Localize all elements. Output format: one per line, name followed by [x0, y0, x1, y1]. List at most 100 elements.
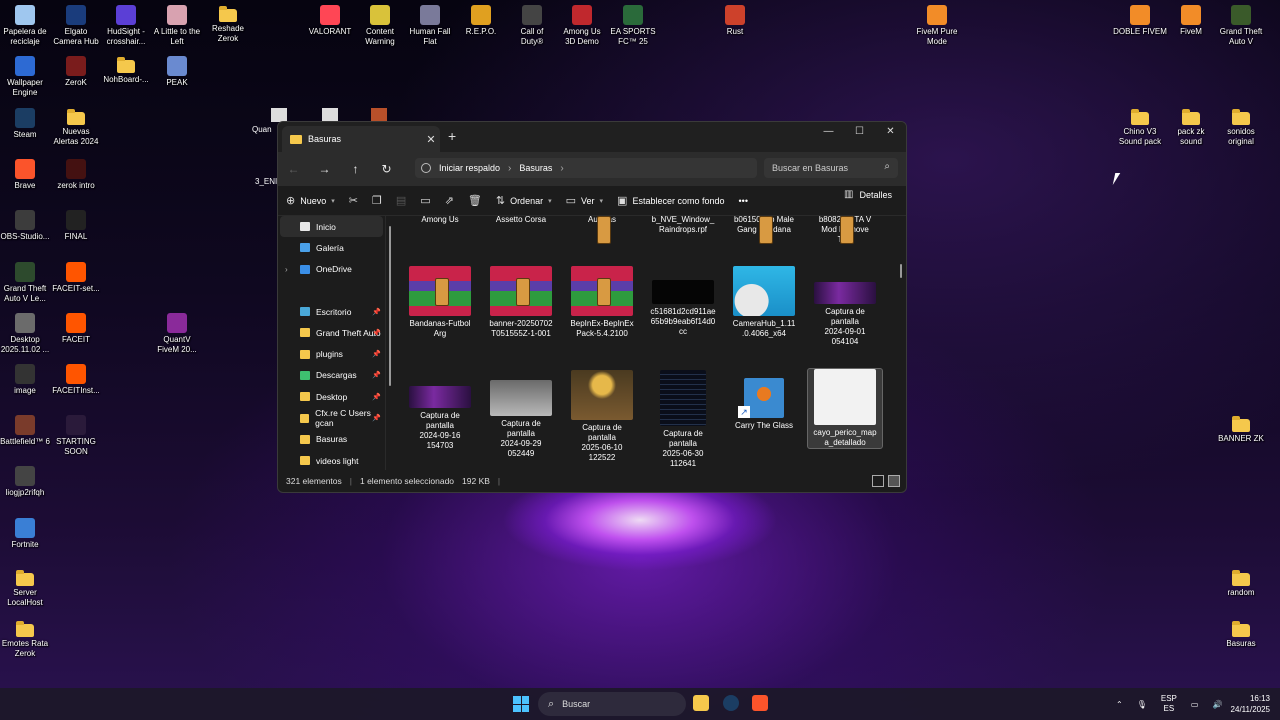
- desktop-icon-basuras[interactable]: Basuras: [1210, 620, 1272, 649]
- more-button[interactable]: •••: [739, 196, 748, 206]
- sidebar-item-basuras[interactable]: Basuras: [278, 429, 385, 450]
- file-item-camerahub-1-11-0-4066-x64[interactable]: CameraHub_1.11 .0.4066_x64: [726, 266, 802, 339]
- sidebar-item-plugins[interactable]: plugins 📌: [278, 343, 385, 364]
- view-button[interactable]: ▭ Ver ▾: [566, 194, 603, 207]
- breadcrumb-current[interactable]: Basuras: [519, 163, 552, 173]
- windows-start-icon[interactable]: [513, 696, 529, 712]
- desktop-icon-grand-theft-auto-v[interactable]: Grand Theft Auto V: [1210, 5, 1272, 47]
- desktop-icon-faceit[interactable]: FACEIT: [45, 313, 107, 345]
- clock[interactable]: 16:13 24/11/2025: [1231, 693, 1270, 715]
- desktop-icon-starting-soon[interactable]: STARTING SOON: [45, 415, 107, 457]
- paste-button[interactable]: ▤: [396, 194, 406, 207]
- desktop-icon-peak[interactable]: PEAK: [146, 56, 208, 88]
- navigation-scrollbar[interactable]: [389, 226, 391, 386]
- title-bar[interactable]: Basuras ✕ + — ☐ ✕: [278, 122, 906, 152]
- sidebar-item-cfx-re-c-users-gcan[interactable]: Cfx.re C Users gcan 📌: [278, 407, 385, 428]
- close-window-button[interactable]: ✕: [875, 122, 906, 144]
- file-item-captura-de-pantalla-2025-06-30-112641[interactable]: Captura de pantalla 2025-06-30 112641: [645, 370, 721, 469]
- desktop-icon-random[interactable]: random: [1210, 569, 1272, 598]
- file-item-among-us[interactable]: ↗Among Us: [402, 212, 478, 225]
- maximize-button[interactable]: ☐: [844, 122, 875, 144]
- brave-taskbar-icon[interactable]: [752, 695, 768, 711]
- cut-button[interactable]: ✂: [349, 194, 358, 207]
- sidebar-item-desktop[interactable]: Desktop 📌: [278, 386, 385, 407]
- volume-icon[interactable]: 🔊: [1212, 700, 1222, 709]
- steam-taskbar-icon[interactable]: [723, 695, 739, 711]
- details-view-icon[interactable]: [872, 475, 884, 487]
- desktop-icon-ea-sports-fc-25[interactable]: EA SPORTS FC™ 25: [602, 5, 664, 47]
- desktop-icon-fivem-pure-mode[interactable]: FiveM Pure Mode: [906, 5, 968, 47]
- file-item-captura-de-pantalla-2024-09-16-154703[interactable]: Captura de pantalla 2024-09-16 154703: [402, 370, 478, 451]
- search-input[interactable]: Buscar en Basuras ⌕: [764, 158, 898, 178]
- sidebar-item-grand-theft-auto[interactable]: Grand Theft Auto 📌: [278, 322, 385, 343]
- app-icon[interactable]: [371, 108, 387, 122]
- file-item-captura-de-pantalla-2024-09-29-052449[interactable]: Captura de pantalla 2024-09-29 052449: [483, 370, 559, 459]
- desktop-icon-server-localhost[interactable]: Server LocalHost: [0, 569, 56, 608]
- sidebar-item-escritorio[interactable]: Escritorio 📌: [278, 301, 385, 322]
- sidebar-item-galer-a[interactable]: Galería: [278, 237, 385, 258]
- tab-basuras[interactable]: Basuras ✕: [282, 126, 440, 152]
- chevron-up-icon[interactable]: ⌃: [1116, 700, 1123, 709]
- desktop-icon-liogjp2rifqh[interactable]: liogjp2rifqh: [0, 466, 56, 498]
- desktop-icon-label-partial[interactable]: Quan: [252, 125, 272, 134]
- sidebar-item-inicio[interactable]: Inicio: [280, 216, 383, 238]
- file-item-assetto-corsa[interactable]: ↗Assetto Corsa: [483, 212, 559, 225]
- microphone-icon[interactable]: 🎙: [1137, 700, 1147, 709]
- desktop-icon-label-partial[interactable]: 3_ENI: [255, 177, 277, 186]
- file-item-banner-20250702-t051555z-1-001[interactable]: banner-20250702 T051555Z-1-001: [483, 266, 559, 339]
- close-tab-icon[interactable]: ✕: [422, 133, 440, 146]
- delete-button[interactable]: 🗑: [468, 194, 482, 207]
- desktop-icon-zerok-intro[interactable]: zerok intro: [45, 159, 107, 191]
- chevron-right-icon[interactable]: ›: [285, 265, 288, 274]
- app-icon[interactable]: [271, 108, 287, 122]
- file-item-captura-de-pantalla-2024-09-01-054104[interactable]: Captura de pantalla 2024-09-01 054104: [807, 266, 883, 347]
- desktop-icon-faceitinst[interactable]: FACEITInst...: [45, 364, 107, 396]
- file-explorer-window[interactable]: Basuras ✕ + — ☐ ✕ ← → ↑ ↻ Iniciar respal…: [277, 121, 907, 493]
- taskbar-search[interactable]: ⌕ Buscar: [538, 692, 686, 716]
- desktop-icon-faceit-set[interactable]: FACEIT-set...: [45, 262, 107, 294]
- desktop-icon-reshade-zerok[interactable]: Reshade Zerok: [197, 5, 259, 44]
- details-button[interactable]: ▥ Detalles: [844, 189, 892, 200]
- desktop-icon-nuevas-alertas-2024[interactable]: Nuevas Alertas 2024: [45, 108, 107, 147]
- minimize-button[interactable]: —: [813, 122, 844, 144]
- breadcrumb-root[interactable]: Iniciar respaldo: [439, 163, 500, 173]
- large-icons-view-icon[interactable]: [888, 475, 900, 487]
- sort-button[interactable]: ⇅ Ordenar ▾: [496, 194, 552, 207]
- file-item-captura-de-pantalla-2025-06-10-122522[interactable]: Captura de pantalla 2025-06-10 122522: [564, 370, 640, 463]
- file-item-auroras[interactable]: Auroras: [564, 212, 640, 244]
- desktop-icon-fortnite[interactable]: Fortnite: [0, 518, 56, 550]
- sidebar-item-videos-light[interactable]: videos light: [278, 450, 385, 471]
- up-arrow-icon[interactable]: ↑: [340, 162, 371, 176]
- app-icon[interactable]: [322, 108, 338, 122]
- rename-button[interactable]: ▭: [420, 194, 430, 207]
- desktop-icon-quantv-fivem-20[interactable]: QuantV FiveM 20...: [146, 313, 208, 355]
- refresh-icon[interactable]: ↻: [371, 162, 402, 176]
- sidebar-item-onedrive[interactable]: › OneDrive: [278, 259, 385, 280]
- chevron-right-icon[interactable]: ›: [560, 163, 563, 174]
- desktop-icon-final[interactable]: FINAL: [45, 210, 107, 242]
- set-background-button[interactable]: ▣ Establecer como fondo: [617, 194, 724, 207]
- file-item-bepinex-bepinex-pack-5-4-2100[interactable]: BepInEx-BepInEx Pack-5.4.2100: [564, 266, 640, 339]
- file-list-scrollbar[interactable]: [900, 264, 902, 278]
- file-item-carry-the-glass[interactable]: ↗ Carry The Glass: [726, 370, 802, 431]
- file-item-bandanas-futbol-arg[interactable]: Bandanas-Futbol Arg: [402, 266, 478, 339]
- sidebar-item-descargas[interactable]: Descargas 📌: [278, 365, 385, 386]
- desktop-icon-banner-zk[interactable]: BANNER ZK: [1210, 415, 1272, 444]
- file-item-b80822-gta-v-mod-remove-tool[interactable]: b80822-GTA V Mod Remove Tool: [807, 212, 883, 245]
- share-button[interactable]: ⇗: [445, 194, 454, 207]
- file-explorer-taskbar-icon[interactable]: [693, 695, 709, 711]
- file-item-b-nve-window-raindrops-rpf[interactable]: b_NVE_Window_ Raindrops.rpf: [645, 212, 721, 235]
- desktop-icon-rust[interactable]: Rust: [704, 5, 766, 37]
- desktop-icon-sonidos-original[interactable]: sonidos original: [1210, 108, 1272, 147]
- new-tab-button[interactable]: +: [448, 128, 456, 144]
- file-item-b06150-mp-male-gang-bandana[interactable]: b06150-Mp Male Gang Bandana: [726, 212, 802, 244]
- new-button[interactable]: ⊕ Nuevo ▾: [286, 194, 335, 207]
- file-item-c51681d2cd911ae-65b9b9eab6f14d0-cc[interactable]: c51681d2cd911ae 65b9b9eab6f14d0 cc: [645, 266, 721, 337]
- back-arrow-icon[interactable]: ←: [278, 162, 309, 176]
- copy-button[interactable]: ❐: [372, 194, 382, 207]
- language-indicator[interactable]: ESP ES: [1161, 694, 1177, 714]
- desktop-icon-emotes-rata-zerok[interactable]: Emotes Rata Zerok: [0, 620, 56, 659]
- display-icon[interactable]: ▭: [1191, 700, 1199, 709]
- address-bar[interactable]: Iniciar respaldo › Basuras ›: [415, 158, 757, 178]
- forward-arrow-icon[interactable]: →: [309, 162, 340, 176]
